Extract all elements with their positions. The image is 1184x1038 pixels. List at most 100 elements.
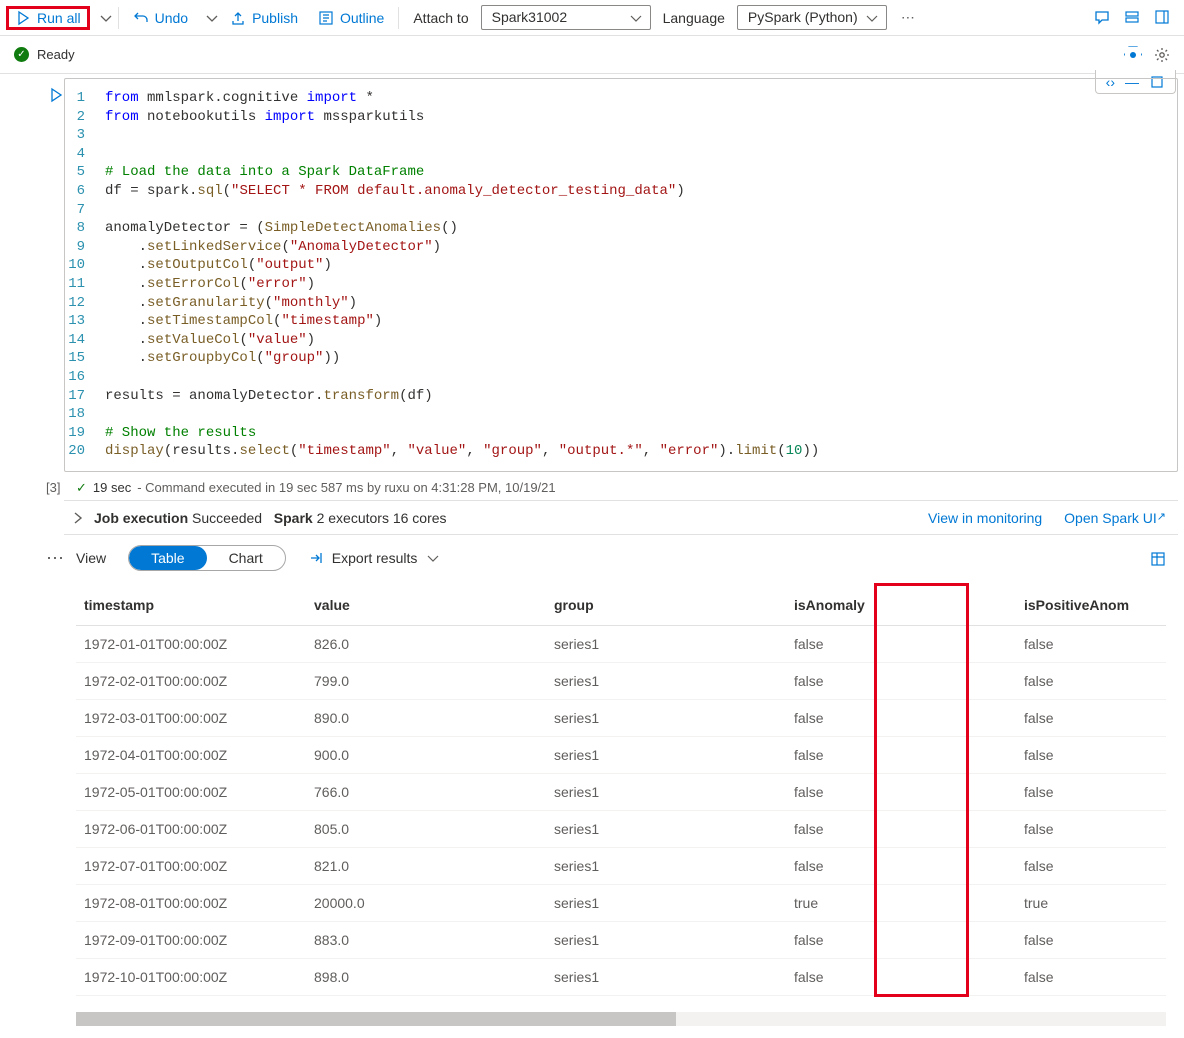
spark-detail: 2 executors 16 cores xyxy=(317,510,447,526)
table-row[interactable]: 1972-06-01T00:00:00Z805.0series1falsefal… xyxy=(76,811,1166,848)
table-row[interactable]: 1972-02-01T00:00:00Z799.0series1falsefal… xyxy=(76,663,1166,700)
code-line[interactable]: 14 .setValueCol("value") xyxy=(65,331,1177,350)
code-line[interactable]: 8anomalyDetector = (SimpleDetectAnomalie… xyxy=(65,219,1177,238)
run-all-button[interactable]: Run all xyxy=(6,6,90,30)
session-state-icon[interactable] xyxy=(1124,46,1142,64)
table-cell: 1972-04-01T00:00:00Z xyxy=(76,737,306,774)
code-line[interactable]: 20display(results.select("timestamp", "v… xyxy=(65,442,1177,461)
undo-button[interactable]: Undo xyxy=(125,6,196,30)
code-editor[interactable]: 1from mmlspark.cognitive import *2from n… xyxy=(64,78,1178,472)
code-line[interactable]: 10 .setOutputCol("output") xyxy=(65,256,1177,275)
more-icon: ⋯ xyxy=(901,9,915,26)
comments-button[interactable] xyxy=(1094,9,1110,27)
table-cell: false xyxy=(1016,774,1166,811)
attach-to-dropdown[interactable]: Spark31002 xyxy=(481,5,651,30)
line-number: 15 xyxy=(65,349,105,368)
code-line[interactable]: 1from mmlspark.cognitive import * xyxy=(65,89,1177,108)
exec-duration-short: 19 sec xyxy=(93,480,131,495)
code-line[interactable]: 4 xyxy=(65,145,1177,164)
line-number: 19 xyxy=(65,424,105,443)
table-row[interactable]: 1972-07-01T00:00:00Z821.0series1falsefal… xyxy=(76,848,1166,885)
code-line[interactable]: 12 .setGranularity("monthly") xyxy=(65,294,1177,313)
table-cell: true xyxy=(1016,885,1166,922)
view-chart-button[interactable]: Chart xyxy=(207,546,285,570)
table-cell: series1 xyxy=(546,959,786,996)
view-in-monitoring-link[interactable]: View in monitoring xyxy=(928,510,1042,526)
external-link-icon: ↗ xyxy=(1157,511,1166,523)
code-text: anomalyDetector = (SimpleDetectAnomalies… xyxy=(105,219,458,238)
table-cell: 20000.0 xyxy=(306,885,546,922)
code-line[interactable]: 18 xyxy=(65,405,1177,424)
run-all-menu-chevron[interactable] xyxy=(94,9,112,26)
variables-button[interactable] xyxy=(1124,9,1140,27)
line-number: 10 xyxy=(65,256,105,275)
run-cell-button[interactable] xyxy=(48,86,64,103)
table-cell: 1972-03-01T00:00:00Z xyxy=(76,700,306,737)
table-row[interactable]: 1972-05-01T00:00:00Z766.0series1falsefal… xyxy=(76,774,1166,811)
code-line[interactable]: 3 xyxy=(65,126,1177,145)
code-line[interactable]: 16 xyxy=(65,368,1177,387)
table-row[interactable]: 1972-09-01T00:00:00Z883.0series1falsefal… xyxy=(76,922,1166,959)
job-label: Job execution xyxy=(94,510,188,526)
table-row[interactable]: 1972-04-01T00:00:00Z900.0series1falsefal… xyxy=(76,737,1166,774)
table-row[interactable]: 1972-10-01T00:00:00Z898.0series1falsefal… xyxy=(76,959,1166,996)
column-header[interactable]: isPositiveAnom xyxy=(1016,585,1166,626)
table-cell: series1 xyxy=(546,922,786,959)
code-line[interactable]: 5# Load the data into a Spark DataFrame xyxy=(65,163,1177,182)
publish-label: Publish xyxy=(252,10,298,26)
code-line[interactable]: 15 .setGroupbyCol("group")) xyxy=(65,349,1177,368)
code-line[interactable]: 11 .setErrorCol("error") xyxy=(65,275,1177,294)
status-text: Ready xyxy=(37,47,75,62)
table-cell: series1 xyxy=(546,626,786,663)
more-menu-button[interactable]: ⋯ xyxy=(891,5,925,30)
export-results-button[interactable]: Export results xyxy=(308,550,442,566)
job-status: Succeeded xyxy=(192,510,262,526)
job-execution-row[interactable]: Job execution Succeeded Spark 2 executor… xyxy=(64,500,1178,534)
panel-button[interactable] xyxy=(1154,9,1170,27)
code-line[interactable]: 9 .setLinkedService("AnomalyDetector") xyxy=(65,238,1177,257)
results-table-wrap: timestampvaluegroupisAnomalyisPositiveAn… xyxy=(64,585,1178,1008)
view-table-button[interactable]: Table xyxy=(129,546,206,570)
table-cell: 1972-09-01T00:00:00Z xyxy=(76,922,306,959)
cell-main: ‹› — 1from mmlspark.cognitive import *2f… xyxy=(64,74,1184,1038)
language-dropdown[interactable]: PySpark (Python) xyxy=(737,5,887,30)
outline-label: Outline xyxy=(340,10,384,26)
table-cell: false xyxy=(1016,959,1166,996)
code-text: results = anomalyDetector.transform(df) xyxy=(105,387,433,406)
open-spark-ui-link[interactable]: Open Spark UI↗ xyxy=(1064,510,1166,526)
table-cell: series1 xyxy=(546,737,786,774)
table-cell: 1972-07-01T00:00:00Z xyxy=(76,848,306,885)
code-line[interactable]: 7 xyxy=(65,201,1177,220)
table-row[interactable]: 1972-01-01T00:00:00Z826.0series1falsefal… xyxy=(76,626,1166,663)
column-header[interactable]: timestamp xyxy=(76,585,306,626)
variables-icon xyxy=(1124,9,1140,25)
settings-button[interactable] xyxy=(1154,46,1170,63)
chevron-down-icon xyxy=(425,550,441,566)
undo-menu-chevron[interactable] xyxy=(200,9,218,26)
horizontal-scrollbar[interactable] xyxy=(76,1012,1166,1026)
gear-icon xyxy=(1154,47,1170,63)
gutter: [3] ⋯ xyxy=(0,74,64,1038)
table-cell: series1 xyxy=(546,811,786,848)
code-line[interactable]: 2from notebookutils import mssparkutils xyxy=(65,108,1177,127)
table-cell: 890.0 xyxy=(306,700,546,737)
status-success-icon: ✓ xyxy=(14,47,29,62)
code-line[interactable]: 6df = spark.sql("SELECT * FROM default.a… xyxy=(65,182,1177,201)
language-value: PySpark (Python) xyxy=(748,9,858,25)
code-line[interactable]: 17results = anomalyDetector.transform(df… xyxy=(65,387,1177,406)
table-row[interactable]: 1972-08-01T00:00:00Z20000.0series1truetr… xyxy=(76,885,1166,922)
code-text: df = spark.sql("SELECT * FROM default.an… xyxy=(105,182,685,201)
table-cell: 1972-08-01T00:00:00Z xyxy=(76,885,306,922)
table-row[interactable]: 1972-03-01T00:00:00Z890.0series1falsefal… xyxy=(76,700,1166,737)
output-settings-button[interactable] xyxy=(1150,550,1166,567)
code-text: .setOutputCol("output") xyxy=(105,256,332,275)
outline-button[interactable]: Outline xyxy=(310,6,392,30)
publish-button[interactable]: Publish xyxy=(222,6,306,30)
code-line[interactable]: 19# Show the results xyxy=(65,424,1177,443)
line-number: 14 xyxy=(65,331,105,350)
table-cell: false xyxy=(1016,737,1166,774)
code-line[interactable]: 13 .setTimestampCol("timestamp") xyxy=(65,312,1177,331)
toolbar: Run all Undo Publish Outline Attach to S… xyxy=(0,0,1184,36)
column-header[interactable]: value xyxy=(306,585,546,626)
column-header[interactable]: group xyxy=(546,585,786,626)
